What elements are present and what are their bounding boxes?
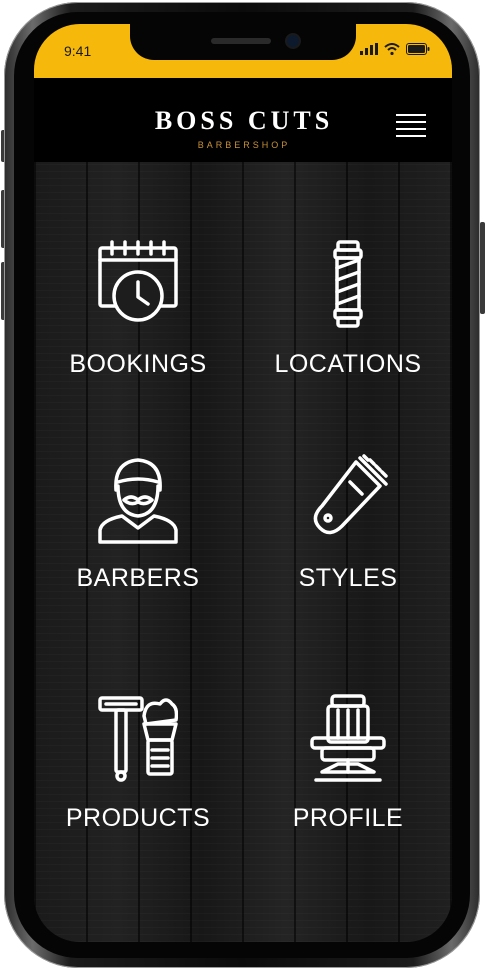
speaker-grille <box>211 38 271 44</box>
tile-label-profile: PROFILE <box>292 804 404 832</box>
tile-label-bookings: BOOKINGS <box>69 350 207 378</box>
brand-logo-name: BOSS CUTS <box>154 106 334 135</box>
tile-label-styles: STYLES <box>298 564 398 592</box>
hair-clipper-icon <box>313 454 388 535</box>
power-button[interactable] <box>480 222 485 314</box>
tile-products[interactable]: PRODUCTS <box>34 694 242 884</box>
hamburger-menu-icon[interactable] <box>396 112 426 140</box>
tile-locations[interactable]: LOCATIONS <box>244 240 452 430</box>
front-camera <box>287 35 299 47</box>
app-header: BOSS CUTS BARBERSHOP <box>34 78 452 162</box>
tile-styles[interactable]: STYLES <box>244 454 452 644</box>
wood-background-content: BOOKINGS LOCATIONS BARBERS STYLES PRODUC… <box>34 162 452 942</box>
calendar-clock-icon <box>98 240 178 322</box>
barber-pole-icon <box>333 240 363 328</box>
barber-chair-icon <box>310 694 386 782</box>
tile-label-products: PRODUCTS <box>65 804 211 832</box>
tile-bookings[interactable]: BOOKINGS <box>34 240 242 430</box>
tile-barbers[interactable]: BARBERS <box>34 454 242 644</box>
app-screen: 9:41 BOSS CUTS BARBERSHOP BOOKINGS LOCAT… <box>34 24 452 942</box>
tile-label-barbers: BARBERS <box>76 564 200 592</box>
barber-person-icon <box>98 458 178 544</box>
razor-shaving-brush-icon <box>98 696 178 782</box>
status-icons <box>360 43 430 55</box>
battery-icon <box>406 43 430 55</box>
status-time: 9:41 <box>64 43 92 59</box>
status-bar: 9:41 <box>34 24 452 78</box>
tile-label-locations: LOCATIONS <box>274 350 422 378</box>
signal-icon <box>360 43 378 55</box>
notch <box>130 24 356 60</box>
tile-profile[interactable]: PROFILE <box>244 694 452 884</box>
wifi-icon <box>384 43 400 55</box>
brand-logo-subtitle: BARBERSHOP <box>197 140 291 150</box>
